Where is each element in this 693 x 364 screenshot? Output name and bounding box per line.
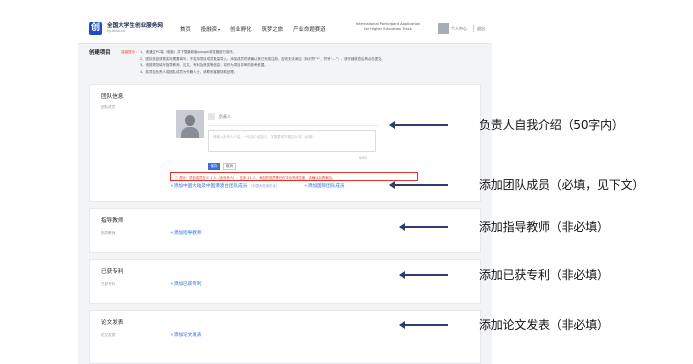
warning-text: ⓘ 提示：项目成员至少 1 人（含负责人），至多 15 人，添加的成员需已在平台…: [175, 175, 335, 180]
warning-notice: ⓘ 提示：项目成员至少 1 人（含负责人），至多 15 人，添加的成员需已在平台…: [170, 172, 418, 181]
notice-label: 温馨提示：: [121, 50, 139, 54]
member-role: 负责人: [219, 114, 231, 119]
app-screenshot: 创 全国大学生创业服务网 cy.ncss.cn 首页 投融资▾ 创业孵化 筑梦之…: [78, 16, 492, 364]
avatar[interactable]: [438, 23, 449, 34]
add-paper-button[interactable]: +添加论文发表: [170, 332, 201, 338]
patent-panel: 已获专利 已获专利 +添加已获专利: [89, 259, 481, 304]
patent-label: 已获专利: [101, 282, 116, 286]
member-badge: [208, 113, 215, 120]
callout-add-paper: 添加论文发表（非必填）: [479, 318, 609, 332]
notice-item: 4、若项目负责人或团队成员为外籍人士，请联系客服协助处理。: [140, 69, 238, 74]
team-members-label: 团队成员: [101, 105, 116, 109]
cancel-button[interactable]: 取消: [223, 163, 236, 170]
notice-item: 2、团队信息请按实际需要填写，不支持项目成员批量导入；添加成员时请确认其已完成注…: [140, 56, 385, 61]
user-center-link[interactable]: 个人中心: [451, 26, 467, 32]
logo-icon[interactable]: 创: [89, 22, 102, 35]
notice-item: 3、请按规范填写指导教师、论文、专利及获奖等信息，将作为项目评审的参考依据。: [140, 63, 268, 68]
nav-item-investment[interactable]: 投融资▾: [201, 25, 220, 33]
arrow-icon: [399, 321, 448, 328]
notice-item: 1、请通过PC端（电脑）并下载最新版google浏览器进行操作。: [140, 50, 237, 54]
save-button[interactable]: 保存: [208, 163, 220, 170]
notice-list: 1、请通过PC端（电脑）并下载最新版google浏览器进行操作。 2、团队信息请…: [140, 49, 480, 75]
chevron-down-icon: ▾: [217, 27, 220, 32]
arrow-icon: [399, 223, 448, 230]
char-counter: 0/50: [359, 156, 367, 160]
arrow-icon: [389, 121, 448, 128]
divider: [208, 125, 378, 126]
top-bar: 创 全国大学生创业服务网 cy.ncss.cn 首页 投融资▾ 创业孵化 筑梦之…: [78, 16, 492, 44]
callout-leader-intro: 负责人自我介绍（50字内）: [479, 118, 624, 132]
teacher-title: 指导教师: [101, 218, 124, 224]
nav-item-home[interactable]: 首页: [180, 25, 191, 33]
site-title[interactable]: 全国大学生创业服务网: [107, 21, 163, 29]
intl-application-link[interactable]: International Participant Application fo…: [353, 22, 423, 32]
arrow-icon: [389, 181, 448, 188]
add-member-button[interactable]: +添加中国大陆及中国港澳台团队成员 （中国大陆身份证）: [170, 183, 279, 189]
add-member-note: （中国大陆身份证）: [248, 184, 280, 188]
add-teacher-button[interactable]: +添加指导教师: [170, 230, 201, 236]
add-member-label: +添加中国大陆及中国港澳台团队成员: [170, 184, 248, 189]
callout-add-teacher: 添加指导教师（非必填）: [479, 220, 609, 234]
teacher-panel: 指导教师 指导教师 +添加指导教师: [89, 208, 481, 253]
team-info-title: 团队信息: [101, 94, 124, 100]
nav-item-industry-track[interactable]: 产业命题赛道: [293, 25, 325, 33]
page-title: 创建项目: [89, 50, 111, 56]
teacher-label: 指导教师: [101, 231, 116, 235]
logout-link[interactable]: 退出: [477, 26, 485, 32]
callout-add-member: 添加团队成员（必填，见下文）: [479, 178, 645, 192]
add-patent-button[interactable]: +添加已获专利: [170, 281, 201, 287]
patent-title: 已获专利: [101, 269, 124, 275]
callout-add-patent: 添加已获专利（非必填）: [479, 268, 609, 282]
nav-item-dream-journey[interactable]: 筑梦之旅: [262, 25, 284, 33]
member-photo[interactable]: [176, 110, 204, 138]
intro-placeholder: 请输入负责人介绍，一句话介绍自己，字数要求不超过50字（必填）: [213, 135, 316, 139]
intl-line-2: for Higher Education Track: [364, 27, 412, 31]
add-intl-member-button[interactable]: +添加国际团队成员: [304, 183, 345, 189]
site-subtitle: cy.ncss.cn: [107, 29, 126, 33]
divider: [473, 25, 474, 32]
arrow-icon: [399, 271, 448, 278]
paper-title: 论文发表: [101, 320, 124, 326]
paper-label: 论文发表: [101, 333, 116, 337]
paper-panel: 论文发表 论文发表 +添加论文发表: [89, 310, 481, 364]
main-nav: 首页 投融资▾ 创业孵化 筑梦之旅 产业命题赛道: [180, 25, 326, 33]
nav-item-label: 投融资: [200, 27, 217, 33]
leader-intro-textarea[interactable]: 请输入负责人介绍，一句话介绍自己，字数要求不超过50字（必填）: [208, 130, 376, 152]
nav-item-incubation[interactable]: 创业孵化: [230, 25, 252, 33]
